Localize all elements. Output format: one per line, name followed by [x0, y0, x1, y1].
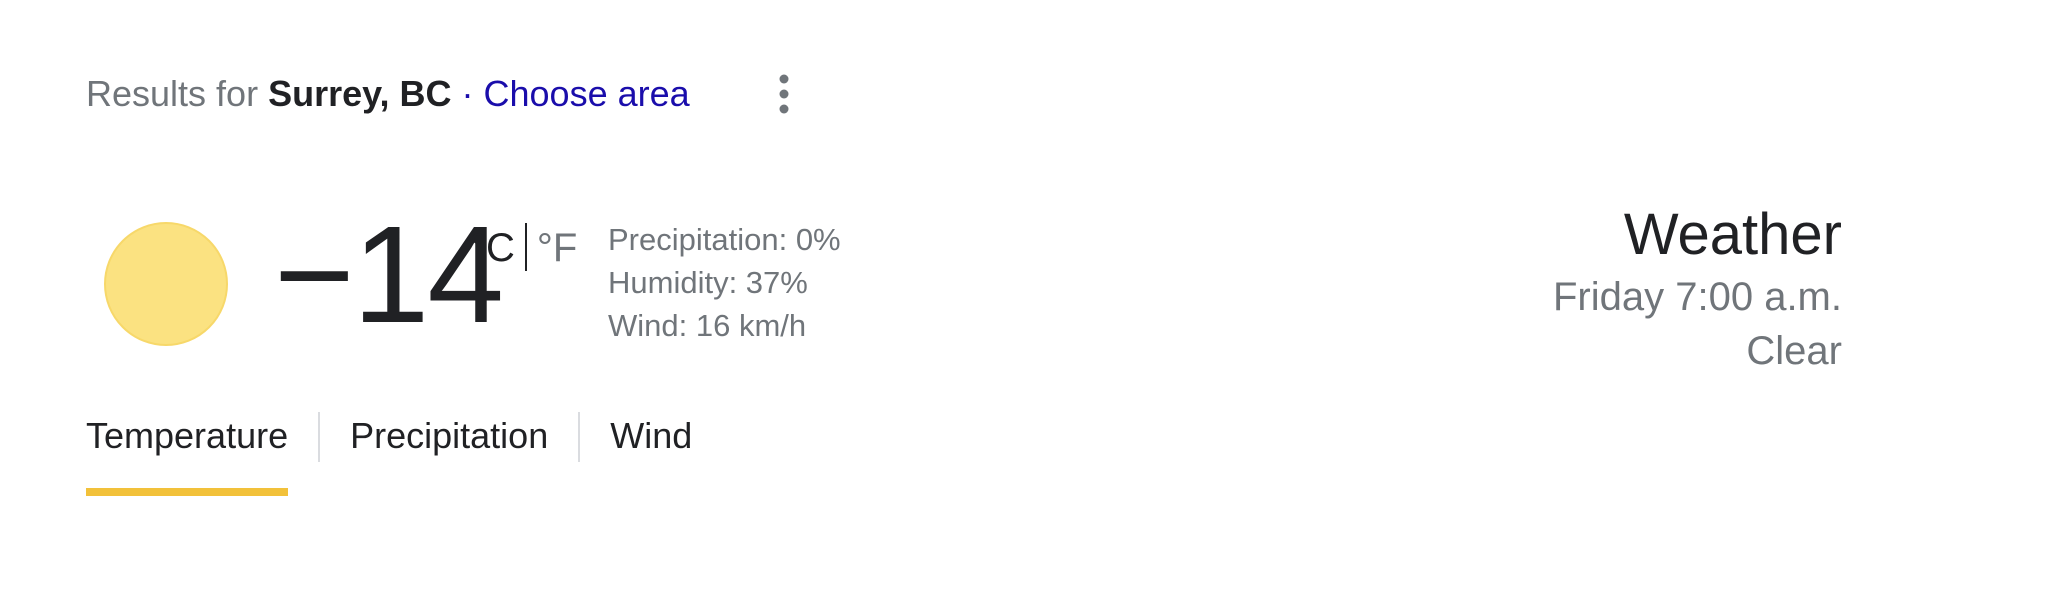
current-temperature: −14: [274, 198, 504, 352]
wind-detail: Wind: 16 km/h: [608, 308, 807, 343]
more-vert-icon: [779, 74, 789, 114]
weather-summary: Weather Friday 7:00 a.m. Clear: [1553, 200, 1842, 378]
tab-divider: [318, 412, 321, 462]
celsius-unit-button[interactable]: °C: [470, 226, 515, 270]
weather-datetime: Friday 7:00 a.m.: [1552, 275, 1842, 319]
tab-divider: [578, 412, 581, 462]
weather-details: Precipitation: 0% Humidity: 37% Wind: 16…: [608, 218, 841, 347]
humidity-detail: Humidity: 37%: [608, 265, 808, 300]
precipitation-detail: Precipitation: 0%: [608, 222, 841, 257]
separator-dot: ·: [461, 73, 474, 114]
weather-condition: Clear: [1746, 329, 1842, 373]
more-options-button[interactable]: [770, 72, 798, 116]
weather-title: Weather: [1623, 202, 1842, 267]
results-prefix: Results for: [86, 73, 259, 114]
unit-divider: [524, 223, 527, 271]
weather-tabs: Temperature Precipitation Wind: [86, 408, 692, 496]
unit-toggle: °C °F: [470, 222, 577, 274]
tab-wind[interactable]: Wind: [610, 408, 692, 474]
tab-temperature[interactable]: Temperature: [86, 408, 289, 496]
sun-icon: [104, 222, 228, 346]
fahrenheit-unit-button[interactable]: °F: [537, 226, 577, 270]
tab-precipitation[interactable]: Precipitation: [350, 408, 548, 474]
choose-area-link[interactable]: Choose area: [484, 73, 690, 114]
location-name: Surrey, BC: [268, 73, 452, 114]
results-location-line: Results for Surrey, BC · Choose area: [86, 70, 690, 118]
